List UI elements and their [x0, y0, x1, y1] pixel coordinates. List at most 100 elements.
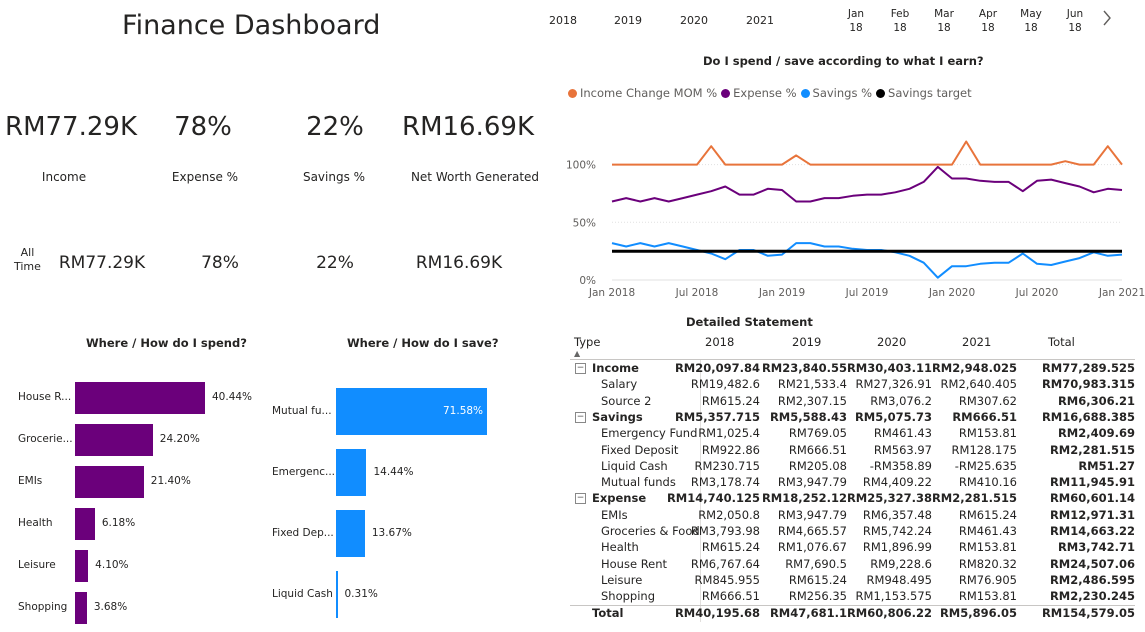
table-row[interactable]: Mutual funds RM3,178.74 RM3,947.79 RM4,409.… [570, 474, 1135, 490]
kpi-savings-label: Savings % [302, 170, 366, 184]
collapse-icon[interactable]: − [575, 411, 586, 423]
all-time-savings-value: 22% [316, 253, 354, 273]
table-cell: RM4,409.22 [862, 475, 932, 490]
bar[interactable] [75, 550, 89, 582]
all-time-label-line2: Time [14, 260, 41, 273]
spend-chart-title: Where / How do I spend? [86, 336, 247, 350]
timeline-month[interactable]: Apr 18 [979, 7, 997, 35]
column-header[interactable]: 2020 [877, 335, 906, 349]
table-row[interactable]: − Income RM20,097.84 RM23,840.55 RM30,403.11… [570, 360, 1135, 376]
legend-item[interactable]: Expense % [721, 86, 797, 100]
bar[interactable] [75, 466, 144, 498]
statement-table: Type 2018 2019 2020 2021 Total ▲ − Income RM20,09… [570, 333, 1140, 628]
table-cell: RM60,806.22 [846, 605, 932, 620]
timeline-month[interactable]: Feb 18 [891, 7, 910, 35]
income-change-line[interactable] [612, 140, 1123, 166]
legend-dot-target [876, 88, 886, 98]
table-row[interactable]: Salary RM19,482.6 RM21,533.4 RM27,326.91 RM2… [570, 376, 1135, 392]
table-cell: RM3,793.98 [690, 524, 760, 538]
table-cell: RM922.86 [701, 442, 760, 457]
table-row[interactable]: EMIs RM2,050.8 RM3,947.79 RM6,357.48 RM615.2… [570, 507, 1135, 523]
legend-item[interactable]: Savings % [800, 86, 872, 100]
collapse-icon[interactable]: − [575, 363, 586, 374]
bar-data-label: 71.58% [443, 404, 484, 417]
table-row[interactable]: Health RM615.24 RM1,076.67 RM1,896.99 RM153.… [570, 539, 1135, 555]
table-cell: RM6,767.64 [690, 556, 760, 571]
save-bar-chart: Mutual fu... 71.58% Emergenc... 14.44% Fixed… [265, 375, 545, 630]
row-label: Source 2 [601, 393, 652, 408]
column-header[interactable]: 2019 [792, 335, 821, 349]
savings-line[interactable] [611, 242, 1123, 279]
bar[interactable] [75, 508, 95, 540]
legend-label: Income Change MOM % [580, 86, 718, 100]
table-row[interactable]: Liquid Cash RM230.715 RM205.08 -RM358.89 -RM… [570, 458, 1135, 474]
timeline-year-2018[interactable]: 2018 [549, 14, 577, 27]
save-chart-title: Where / How do I save? [347, 336, 499, 350]
row-label: Health [601, 540, 639, 555]
table-cell: RM256.35 [788, 589, 847, 604]
table-row[interactable]: − Savings RM5,357.715 RM5,588.43 RM5,075.73 R… [570, 409, 1135, 425]
column-header[interactable]: Total [1048, 335, 1075, 349]
timeline-month[interactable]: Jan 18 [848, 7, 864, 35]
table-cell: RM153.81 [958, 540, 1017, 555]
bar-data-label: 13.67% [371, 526, 412, 539]
chevron-right-icon[interactable] [1101, 8, 1113, 32]
bar[interactable] [336, 571, 338, 618]
row-label: Liquid Cash [601, 458, 668, 473]
bar-data-label: 3.68% [93, 601, 128, 613]
statement-title: Detailed Statement [686, 315, 813, 329]
table-cell: RM47,681.1 [769, 605, 847, 620]
column-header[interactable]: Type [574, 335, 600, 349]
table-cell: RM27,326.91 [855, 377, 932, 392]
timeline-year-2019[interactable]: 2019 [614, 14, 642, 27]
row-label: Mutual funds [601, 475, 676, 490]
bar[interactable] [336, 510, 365, 557]
expense-line[interactable] [611, 165, 1123, 203]
bar[interactable] [75, 382, 205, 414]
collapse-icon[interactable]: − [575, 493, 586, 505]
table-row[interactable]: Leisure RM845.955 RM615.24 RM948.495 RM76.90… [570, 572, 1135, 588]
table-cell: RM845.955 [694, 572, 760, 587]
bar-data-label: 24.20% [159, 433, 200, 445]
table-row[interactable]: − Expense RM14,740.125 RM18,252.12 RM25,327.… [570, 490, 1135, 506]
table-row[interactable]: Emergency Fund RM1,025.4 RM769.05 RM461.43 R… [570, 425, 1135, 441]
table-row[interactable]: Source 2 RM615.24 RM2,307.15 RM3,076.2 RM307… [570, 393, 1135, 409]
table-row[interactable]: Groceries & Food RM3,793.98 RM4,665.57 RM5,… [570, 523, 1135, 539]
bar-data-label: 4.10% [95, 559, 129, 571]
month-year: 18 [1024, 22, 1038, 34]
line-chart: 0% 50% 100% Jan 2018 Jul 2018 Jan 2019 Jul 201… [566, 140, 1145, 299]
legend-dot-savings [800, 88, 810, 98]
table-cell: RM12,971.31 [1049, 507, 1135, 522]
legend-item[interactable]: Savings target [876, 86, 972, 100]
table-cell: -RM358.89 [869, 458, 932, 473]
bar[interactable] [75, 424, 153, 456]
row-label: Shopping [601, 589, 656, 604]
all-time-label: All Time [14, 246, 41, 274]
table-row[interactable]: Total RM40,195.68 RM47,681.1 RM60,806.22 RM5… [570, 605, 1135, 621]
column-header[interactable]: 2021 [962, 335, 991, 349]
table-cell: RM5,075.73 [854, 409, 932, 424]
timeline-month[interactable]: Mar 18 [934, 7, 954, 35]
table-cell: RM5,896.05 [939, 605, 1017, 620]
timeline-month[interactable]: May 18 [1020, 7, 1042, 35]
x-tick-label: Jan 2019 [758, 287, 805, 299]
timeline-month[interactable]: Jun 18 [1067, 7, 1083, 35]
month-name: Mar [934, 8, 954, 20]
sort-ascending-icon[interactable]: ▲ [574, 349, 580, 358]
timeline-year-2020[interactable]: 2020 [680, 14, 708, 27]
table-row[interactable]: House Rent RM6,767.64 RM7,690.5 RM9,228.6 RM… [570, 556, 1135, 572]
table-cell: RM19,482.6 [690, 377, 760, 392]
table-cell: RM18,252.12 [761, 491, 847, 506]
table-row[interactable]: Fixed Deposit RM922.86 RM666.51 RM563.97 RM1… [570, 442, 1135, 458]
table-cell: RM2,281.515 [931, 491, 1017, 506]
timeline-year-2021[interactable]: 2021 [746, 14, 774, 27]
table-cell: RM948.495 [866, 572, 932, 587]
bar[interactable] [336, 449, 367, 496]
table-cell: RM666.51 [701, 589, 760, 604]
column-header[interactable]: 2018 [705, 335, 734, 349]
legend-item[interactable]: Income Change MOM % [568, 86, 717, 100]
bar[interactable] [75, 592, 87, 624]
x-tick-label: Jul 2019 [845, 287, 889, 299]
table-row[interactable]: Shopping RM666.51 RM256.35 RM1,153.575 RM153… [570, 588, 1135, 604]
month-year: 18 [1068, 22, 1082, 34]
